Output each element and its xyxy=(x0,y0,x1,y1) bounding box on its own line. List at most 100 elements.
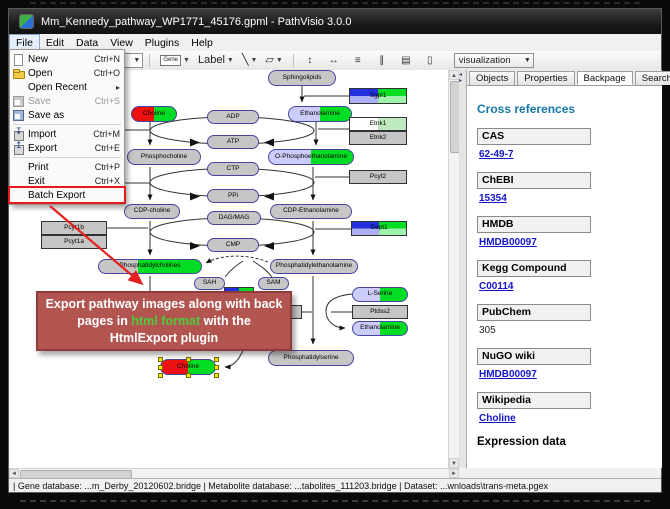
stack-vertical-icon[interactable]: ≡ xyxy=(348,52,368,69)
node-sah[interactable]: SAH xyxy=(194,277,225,290)
node-cdp-choline[interactable]: CDP-choline xyxy=(124,204,180,219)
file-menu-item-open-recent[interactable]: Open Recent▸ xyxy=(10,80,124,94)
node-label: Sphingolipids xyxy=(283,75,322,82)
shape-button[interactable]: ▱▼ xyxy=(261,52,286,69)
node-dag-mag[interactable]: DAG/MAG xyxy=(207,211,261,225)
selection-handle[interactable] xyxy=(158,357,163,362)
node-cept1[interactable]: Cept1 xyxy=(351,221,407,236)
node-sgpl1[interactable]: Sgpl1 xyxy=(349,88,407,104)
selection-handle[interactable] xyxy=(214,357,219,362)
node-phosphatidylcholines[interactable]: Phosphatidylcholines xyxy=(98,259,202,274)
scroll-down-icon[interactable]: ▼ xyxy=(449,458,459,468)
node-label: SAM xyxy=(266,280,280,287)
menu-item-label: Import xyxy=(28,129,89,140)
xref-link[interactable]: C00114 xyxy=(479,281,662,292)
file-menu-item-batch-export[interactable]: Batch Export xyxy=(10,188,124,202)
node-label: Phosphatidylcholines xyxy=(119,263,180,270)
file-menu-item-save[interactable]: SaveCtrl+S xyxy=(10,94,124,108)
node-label: CTP xyxy=(227,166,240,173)
align-center-x-icon[interactable]: ↕ xyxy=(300,52,320,69)
node-ethanolamine[interactable]: Ethanolamine xyxy=(288,106,352,122)
node-cdp-ethanolamine[interactable]: CDP-Ethanolamine xyxy=(270,204,352,219)
selection-handle[interactable] xyxy=(186,373,191,378)
node-ethanolamine[interactable]: Ethanolamine xyxy=(352,321,408,336)
tab-backpage[interactable]: Backpage xyxy=(577,71,633,85)
visualization-value: visualization xyxy=(459,55,511,66)
menu-item-label: Batch Export xyxy=(28,190,116,201)
file-menu-item-save-as[interactable]: Save as xyxy=(10,108,124,122)
file-menu-item-print[interactable]: PrintCtrl+P xyxy=(10,160,124,174)
scroll-up-icon[interactable]: ▲ xyxy=(449,70,459,80)
node-ptdss2[interactable]: Ptdss2 xyxy=(352,305,408,319)
selection-handle[interactable] xyxy=(214,373,219,378)
selection-handle[interactable] xyxy=(158,365,163,370)
node-sam[interactable]: SAM xyxy=(258,277,289,290)
file-menu-item-import[interactable]: ImportCtrl+M xyxy=(10,127,124,141)
node-choline[interactable]: Choline xyxy=(160,359,216,375)
tab-search[interactable]: Search xyxy=(635,71,670,85)
sidebar-splitter[interactable]: ◂▸ xyxy=(459,70,466,468)
node-pcyt1b[interactable]: Pcyt1b xyxy=(41,221,107,235)
new-document-icon xyxy=(12,54,25,65)
selection-handle[interactable] xyxy=(186,357,191,362)
xref-link[interactable]: 15354 xyxy=(479,193,662,204)
node-label: Choline xyxy=(143,111,165,118)
xref-link[interactable]: 62-49-7 xyxy=(479,149,662,160)
node-pcyt1a[interactable]: Pcyt1a xyxy=(41,235,107,249)
selection-handle[interactable] xyxy=(214,365,219,370)
callout-line3: HtmlExport plugin xyxy=(110,330,218,347)
common-height-icon[interactable]: ▯ xyxy=(420,52,440,69)
node-pcyt2[interactable]: Pcyt2 xyxy=(349,170,407,184)
chevron-down-icon: ▼ xyxy=(276,57,283,64)
node-etnk2[interactable]: Etnk2 xyxy=(349,131,407,145)
menu-item-help[interactable]: Help xyxy=(185,34,219,51)
node-atp[interactable]: ATP xyxy=(207,135,259,149)
node-sphingolipids[interactable]: Sphingolipids xyxy=(268,70,336,86)
menu-item-label: New xyxy=(28,54,90,65)
xref-link[interactable]: Choline xyxy=(479,413,662,424)
splitter-collapse-icon[interactable]: ◂▸ xyxy=(459,72,462,84)
datanode-button[interactable]: Gene▼ xyxy=(156,52,194,69)
scroll-left-icon[interactable]: ◄ xyxy=(9,469,19,478)
menu-separator xyxy=(13,124,121,125)
save-as-icon xyxy=(12,110,25,121)
status-bar: | Gene database: ...m_Derby_20120602.bri… xyxy=(9,478,661,492)
node-ppi[interactable]: PPi xyxy=(207,189,259,203)
stack-horizontal-icon[interactable]: ∥ xyxy=(372,52,392,69)
align-center-y-icon[interactable]: ↔ xyxy=(324,52,344,69)
node-phosphatidylserine[interactable]: Phosphatidylserine xyxy=(268,350,354,366)
file-menu-item-new[interactable]: NewCtrl+N xyxy=(10,52,124,66)
export-callout: Export pathway images along with back pa… xyxy=(36,291,292,351)
tab-objects[interactable]: Objects xyxy=(469,71,515,85)
node-choline[interactable]: Choline xyxy=(131,106,177,122)
visualization-combobox[interactable]: visualization ▼ xyxy=(454,53,534,68)
node-cmp[interactable]: CMP xyxy=(207,238,259,252)
menu-item-plugins[interactable]: Plugins xyxy=(139,34,185,51)
node-phosphocholine[interactable]: Phosphocholine xyxy=(127,149,201,165)
label-button[interactable]: Label▼ xyxy=(194,52,238,69)
node-label: Etnk1 xyxy=(370,121,387,128)
file-menu-item-export[interactable]: ExportCtrl+E xyxy=(10,141,124,155)
file-menu-item-open[interactable]: OpenCtrl+O xyxy=(10,66,124,80)
chevron-down-icon: ▼ xyxy=(520,57,531,64)
xref-section: ChEBI15354 xyxy=(477,172,662,204)
menu-item-label: Export xyxy=(28,143,91,154)
selection-handle[interactable] xyxy=(158,373,163,378)
node-label: O-Phosphoethanolamine xyxy=(275,154,347,161)
chevron-down-icon: ▼ xyxy=(227,57,234,64)
node-adp[interactable]: ADP xyxy=(207,110,259,124)
node-phosphatidylethanolamine[interactable]: Phosphatidylethanolamine xyxy=(270,259,358,274)
scroll-right-icon[interactable]: ► xyxy=(449,469,459,478)
node-l-serine[interactable]: L-Serine xyxy=(352,287,408,302)
node-label: ATP xyxy=(227,139,239,146)
common-width-icon[interactable]: ▤ xyxy=(396,52,416,69)
node-ctp[interactable]: CTP xyxy=(207,162,259,176)
xref-link[interactable]: HMDB00097 xyxy=(479,369,662,380)
file-menu-item-exit[interactable]: ExitCtrl+X xyxy=(10,174,124,188)
node-o-phosphoethanolamine[interactable]: O-Phosphoethanolamine xyxy=(268,149,354,165)
xref-title: PubChem xyxy=(477,304,591,321)
node-etnk1[interactable]: Etnk1 xyxy=(349,117,407,131)
xref-link[interactable]: HMDB00097 xyxy=(479,237,662,248)
line-button[interactable]: ╲▼ xyxy=(238,52,262,69)
tab-properties[interactable]: Properties xyxy=(517,71,574,85)
